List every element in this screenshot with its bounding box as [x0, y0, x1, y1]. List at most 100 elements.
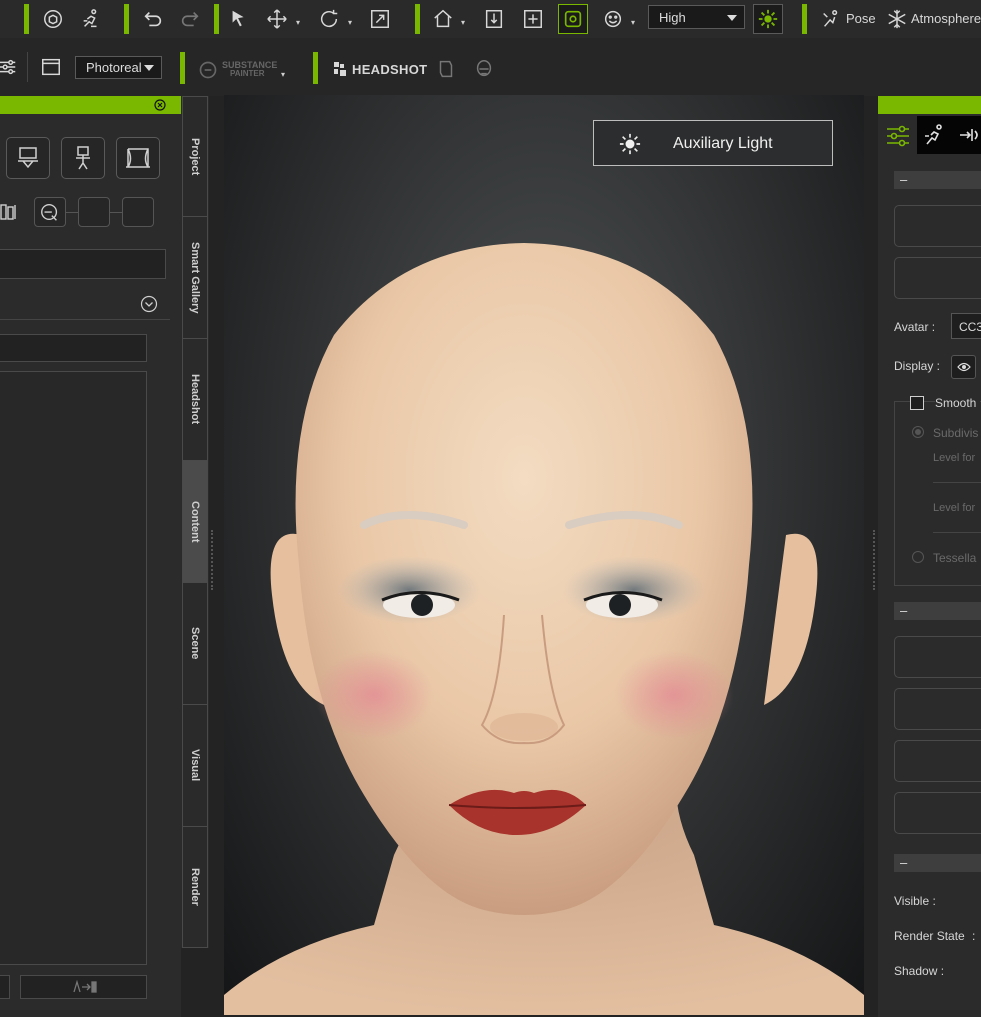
modify-panel-header [878, 96, 981, 114]
apply-button[interactable] [20, 975, 147, 999]
select-arrow-icon[interactable] [226, 6, 252, 32]
tab-scene[interactable]: Scene [182, 583, 208, 705]
tab-smart-gallery[interactable]: Smart Gallery [182, 217, 208, 339]
fit-view-icon[interactable] [520, 6, 546, 32]
panel-button[interactable] [894, 257, 981, 299]
motion-tabs[interactable] [917, 116, 981, 154]
close-icon[interactable] [154, 99, 166, 111]
character-tile-button[interactable] [61, 137, 105, 179]
tab-content[interactable]: Content [182, 461, 208, 583]
chevron-down-icon[interactable]: ▾ [281, 70, 285, 79]
splitter-grip[interactable] [873, 530, 877, 590]
level-for-label-1: Level for [933, 452, 976, 464]
panel-button[interactable] [894, 636, 981, 678]
folder-bar [0, 291, 170, 320]
atmosphere-label[interactable]: Atmosphere [911, 11, 981, 26]
section-collapse-bar[interactable]: – [894, 171, 981, 189]
attribute-tab[interactable] [880, 118, 916, 154]
chevron-down-icon [144, 65, 154, 71]
redo-icon[interactable] [177, 6, 203, 32]
chevron-down-icon[interactable]: ▾ [631, 18, 635, 27]
avatar-value: CC3 [959, 320, 981, 334]
chevron-down-icon[interactable]: ▾ [461, 18, 465, 27]
tab-headshot-label: Headshot [189, 374, 201, 425]
tab-render-label: Render [189, 868, 201, 906]
undo-icon[interactable] [140, 6, 166, 32]
avatar-label: Avatar : [894, 320, 936, 334]
render-mode-value: Photoreal [86, 60, 142, 75]
sun-light-icon[interactable] [753, 4, 783, 34]
quality-select[interactable]: High [648, 5, 745, 29]
toolbar-separator [415, 4, 420, 34]
eye-icon [956, 362, 971, 372]
smart-light-icon[interactable] [558, 4, 588, 34]
avatar-select[interactable]: CC3 [951, 313, 981, 339]
pose-icon[interactable] [818, 6, 844, 32]
panel-button[interactable] [894, 205, 981, 247]
render-mode-select[interactable]: Photoreal [75, 56, 162, 79]
level-for-label-2: Level for [933, 502, 976, 514]
library-icon[interactable] [0, 199, 20, 225]
panel-button[interactable] [894, 688, 981, 730]
chevron-down-icon [727, 15, 737, 21]
stage-tile-button[interactable] [116, 137, 160, 179]
headshot-logo-icon [334, 62, 346, 76]
face-icon[interactable] [600, 6, 626, 32]
tab-content-label: Content [189, 500, 201, 543]
tessellation-radio[interactable] [912, 551, 924, 563]
tab-headshot[interactable]: Headshot [182, 339, 208, 461]
sliders-icon [887, 125, 909, 147]
sliders-icon[interactable] [0, 54, 20, 80]
edit-material-button[interactable] [34, 197, 66, 227]
filter-input[interactable] [0, 334, 147, 362]
head-icon[interactable] [471, 56, 497, 82]
smooth-label: Smooth [935, 396, 981, 410]
display-toggle[interactable] [951, 355, 976, 379]
character-head-render [224, 243, 864, 1015]
headshot-label[interactable]: HEADSHOT [352, 62, 427, 77]
content-list[interactable] [0, 371, 147, 965]
section-collapse-bar[interactable]: – [894, 854, 981, 872]
chevron-down-icon[interactable]: ▾ [348, 18, 352, 27]
level-slider-track[interactable] [933, 482, 981, 483]
3d-viewport[interactable] [224, 95, 864, 1015]
toolbar-separator [24, 4, 29, 34]
tab-visual-label: Visual [189, 749, 201, 782]
move-icon[interactable] [264, 6, 290, 32]
object-icon[interactable] [40, 6, 66, 32]
mask-icon[interactable] [433, 56, 459, 82]
shadow-label: Shadow : [894, 964, 945, 978]
panel-button[interactable] [894, 740, 981, 782]
tab-render[interactable]: Render [182, 827, 208, 948]
search-input[interactable] [0, 249, 166, 279]
substance-painter-button[interactable]: SUBSTANCE PAINTER [198, 58, 288, 84]
auxiliary-light-button[interactable]: Auxiliary Light [593, 120, 833, 166]
drop-to-floor-icon[interactable] [481, 6, 507, 32]
panel-button[interactable] [894, 792, 981, 834]
motion-icon[interactable] [78, 6, 104, 32]
render-state-colon: : [972, 929, 976, 943]
splitter-grip[interactable] [211, 530, 215, 590]
substance-painter-icon [199, 61, 217, 79]
secondary-toolbar: Photoreal SUBSTANCE PAINTER ▾ HEADSHOT [0, 38, 981, 96]
snowflake-icon[interactable] [884, 6, 910, 32]
smooth-checkbox[interactable] [910, 396, 924, 410]
rotate-icon[interactable] [316, 6, 342, 32]
tab-project[interactable]: Project [182, 96, 208, 217]
window-icon[interactable] [38, 54, 64, 80]
home-camera-icon[interactable] [430, 6, 456, 32]
empty-slot-button[interactable] [122, 197, 154, 227]
tab-visual[interactable]: Visual [182, 705, 208, 827]
scale-icon[interactable] [367, 6, 393, 32]
prop-tile-button[interactable] [6, 137, 50, 179]
chevron-down-icon[interactable] [140, 295, 158, 313]
collapse-icon: – [900, 855, 908, 870]
section-collapse-bar[interactable]: – [894, 602, 981, 620]
subdivision-radio[interactable] [912, 426, 924, 438]
footer-button[interactable] [0, 975, 10, 999]
chevron-down-icon[interactable]: ▾ [296, 18, 300, 27]
pose-label[interactable]: Pose [846, 11, 876, 26]
level-slider-track[interactable] [933, 532, 981, 533]
toolbar-divider [27, 52, 28, 82]
empty-slot-button[interactable] [78, 197, 110, 227]
